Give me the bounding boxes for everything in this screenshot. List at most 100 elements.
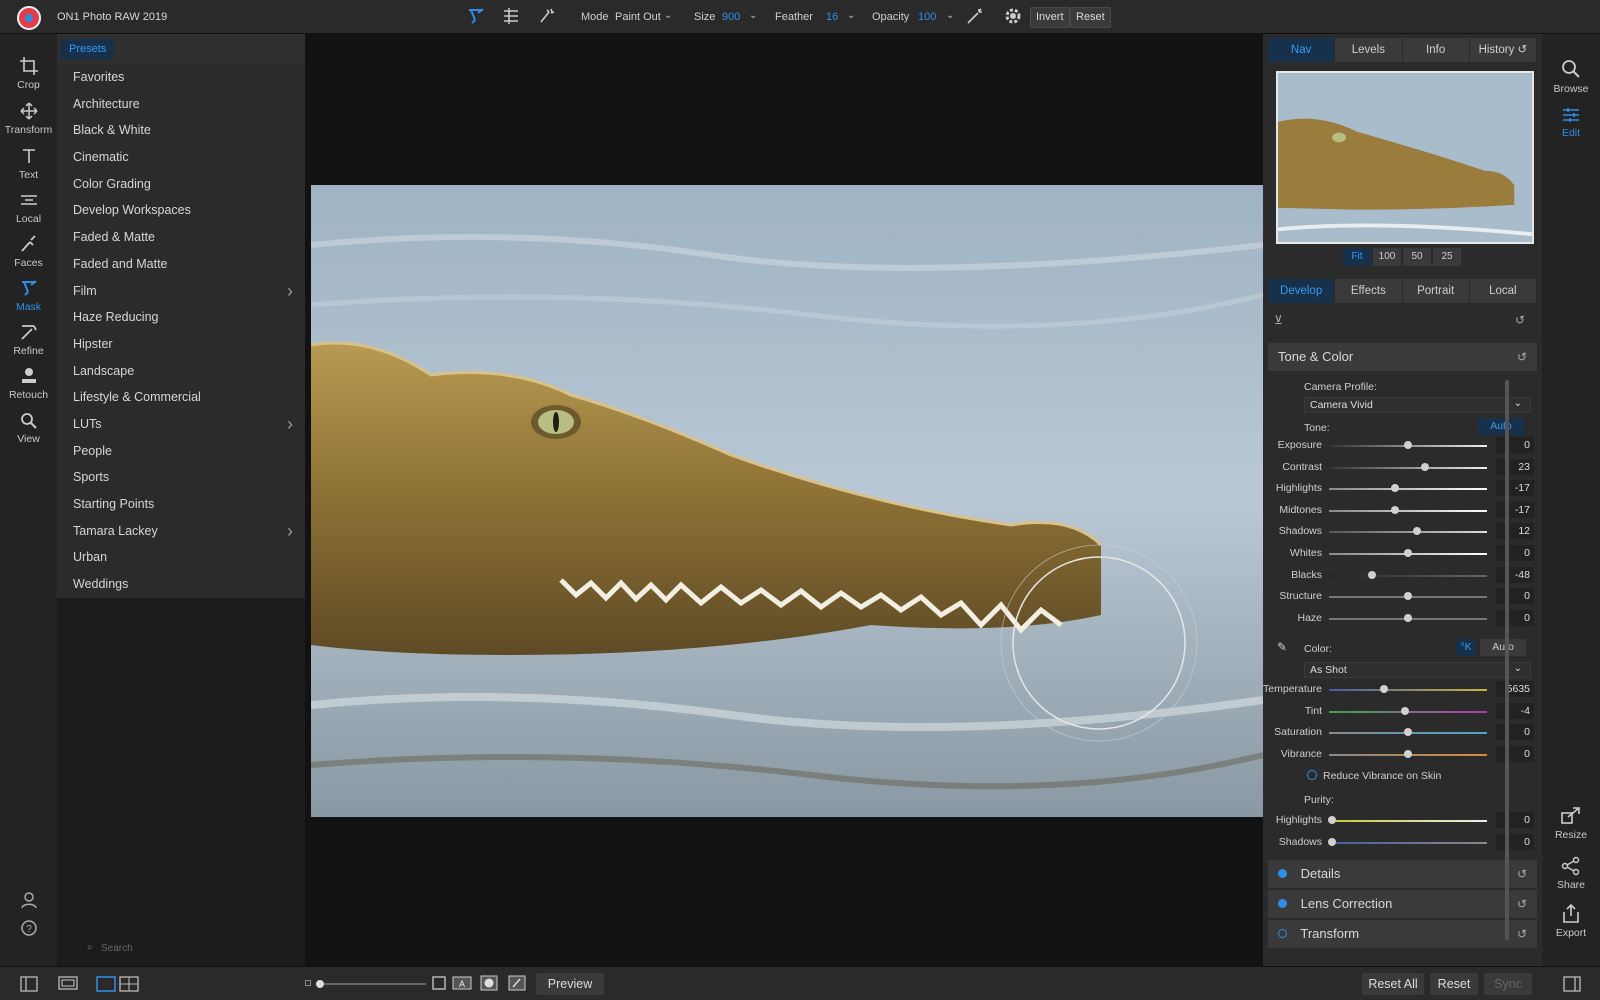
tab-develop[interactable]: Develop	[1268, 279, 1336, 303]
tool-text[interactable]: Text	[0, 146, 57, 181]
slider-blacks[interactable]: Blacks -48	[1268, 566, 1534, 585]
mode-chevron-icon[interactable]: ⌄	[664, 10, 672, 21]
slider-value-field[interactable]: 0	[1496, 724, 1534, 741]
slider-shadows[interactable]: Shadows 0	[1268, 833, 1534, 852]
panel-scrollbar[interactable]	[1505, 380, 1509, 940]
preset-item[interactable]: Urban	[57, 544, 305, 571]
slider-knob[interactable]	[1413, 527, 1422, 536]
preset-item[interactable]: Film ›	[57, 278, 305, 305]
preset-item[interactable]: Tamara Lackey ›	[57, 518, 305, 545]
preset-item[interactable]: Haze Reducing	[57, 304, 305, 331]
tool-faces[interactable]: Faces	[0, 234, 57, 269]
auto-mask-icon[interactable]: A	[452, 976, 472, 990]
slider-vibrance[interactable]: Vibrance 0	[1268, 745, 1534, 764]
slider-track[interactable]	[1329, 841, 1487, 844]
slider-value-field[interactable]: 0	[1496, 545, 1534, 561]
feather-chevron-icon[interactable]: ⌄	[847, 10, 855, 21]
tab-info[interactable]: Info	[1403, 38, 1470, 62]
size-chevron-icon[interactable]: ⌄	[749, 10, 757, 21]
slider-value-field[interactable]: -4	[1496, 702, 1534, 719]
module-edit[interactable]: Edit	[1542, 106, 1600, 139]
help-icon[interactable]: ?	[19, 918, 39, 938]
slider-value-field[interactable]: 23	[1496, 458, 1534, 475]
preset-search-input[interactable]: ⌕ Search	[83, 939, 333, 959]
preset-item[interactable]: Hipster	[57, 331, 305, 358]
color-auto-button[interactable]: Auto	[1480, 639, 1526, 656]
tool-transform[interactable]: Transform	[0, 101, 57, 136]
section-reset-icon[interactable]: ↺	[1517, 343, 1527, 371]
tab-presets[interactable]: Presets	[61, 39, 115, 59]
slider-knob[interactable]	[1400, 706, 1409, 715]
preset-item[interactable]: Color Grading	[57, 171, 305, 198]
zoom-25-button[interactable]: 25	[1433, 248, 1461, 266]
magic-brush-icon[interactable]	[537, 6, 557, 26]
slider-knob[interactable]	[1391, 484, 1400, 493]
panel-toggle-left-icon[interactable]	[20, 976, 38, 992]
opacity-chevron-icon[interactable]: ⌄	[946, 10, 954, 21]
preset-item[interactable]: Cinematic	[57, 144, 305, 171]
slider-knob[interactable]	[1404, 592, 1412, 601]
slider-knob[interactable]	[1404, 749, 1412, 758]
size-value[interactable]: 900	[722, 11, 740, 23]
sync-button[interactable]: Sync	[1484, 973, 1532, 995]
slider-knob[interactable]	[1328, 837, 1337, 846]
slider-knob[interactable]	[1404, 549, 1412, 557]
gradient-mask-icon[interactable]	[501, 6, 521, 26]
zoom-50-button[interactable]: 50	[1403, 248, 1431, 266]
white-balance-dropdown[interactable]: As Shot ⌄	[1304, 662, 1531, 678]
slider-track[interactable]	[1329, 820, 1487, 822]
preset-item[interactable]: Favorites	[57, 64, 305, 91]
feather-value[interactable]: 16	[826, 11, 838, 23]
preset-item[interactable]: Faded and Matte	[57, 251, 305, 278]
preset-item[interactable]: Sports	[57, 464, 305, 491]
slider-knob[interactable]	[1404, 728, 1412, 737]
preset-item[interactable]: People	[57, 438, 305, 465]
preview-button[interactable]: Preview	[536, 973, 604, 995]
zoom-slider[interactable]	[316, 980, 426, 988]
gear-icon[interactable]	[1003, 6, 1023, 26]
mode-dropdown[interactable]: Paint Out	[615, 11, 661, 23]
enabled-dot-icon[interactable]	[1278, 869, 1287, 878]
module-export[interactable]: Export	[1542, 904, 1600, 939]
module-browse[interactable]: Browse	[1542, 58, 1600, 95]
slider-knob[interactable]	[1328, 816, 1337, 824]
slider-knob[interactable]	[1421, 462, 1430, 471]
slider-temperature[interactable]: Temperature 5635	[1263, 681, 1534, 699]
slider-knob[interactable]	[1367, 570, 1376, 579]
transform-header[interactable]: Transform ↺	[1268, 920, 1537, 948]
slider-value-field[interactable]: 0	[1496, 588, 1534, 605]
reset-button-bottom[interactable]: Reset	[1430, 973, 1478, 995]
slider-highlights[interactable]: Highlights -17	[1268, 480, 1534, 498]
slider-track[interactable]	[1329, 509, 1487, 512]
tone-auto-button[interactable]: Auto	[1478, 418, 1524, 435]
zoom-fit-button[interactable]: Fit	[1343, 248, 1371, 266]
tool-refine[interactable]: Refine	[0, 322, 57, 357]
slider-value-field[interactable]: 0	[1496, 437, 1534, 453]
mask-brush-icon[interactable]	[466, 6, 486, 26]
slider-knob[interactable]	[1391, 505, 1400, 514]
image-canvas[interactable]	[305, 34, 1263, 966]
slider-tint[interactable]: Tint -4	[1268, 702, 1534, 721]
slider-structure[interactable]: Structure 0	[1268, 588, 1534, 606]
tab-portrait[interactable]: Portrait	[1403, 279, 1470, 303]
slider-value-field[interactable]: 0	[1496, 812, 1534, 828]
slider-saturation[interactable]: Saturation 0	[1268, 724, 1534, 742]
zoom-slider-knob[interactable]	[316, 980, 324, 988]
import-icon[interactable]: ⊻	[1274, 313, 1283, 327]
panel-toggle-right-icon[interactable]	[1563, 976, 1581, 992]
kelvin-toggle[interactable]: °K	[1456, 639, 1476, 656]
brush-overlay-icon[interactable]	[508, 975, 526, 991]
slider-track[interactable]	[1329, 488, 1487, 491]
slider-knob[interactable]	[1404, 613, 1412, 622]
undo-icon[interactable]: ↺	[1515, 313, 1525, 327]
tab-nav[interactable]: Nav	[1268, 38, 1336, 62]
preset-item[interactable]: Faded & Matte	[57, 224, 305, 251]
tool-view[interactable]: View	[0, 410, 57, 445]
eyedropper-icon[interactable]: ✎	[1277, 640, 1287, 654]
tab-local[interactable]: Local	[1470, 279, 1537, 303]
preset-item[interactable]: LUTs ›	[57, 411, 305, 438]
slider-track[interactable]	[1329, 531, 1487, 534]
slider-value-field[interactable]: 0	[1496, 609, 1534, 626]
slider-value-field[interactable]: -17	[1496, 501, 1534, 518]
slider-value-field[interactable]: -17	[1496, 480, 1534, 497]
